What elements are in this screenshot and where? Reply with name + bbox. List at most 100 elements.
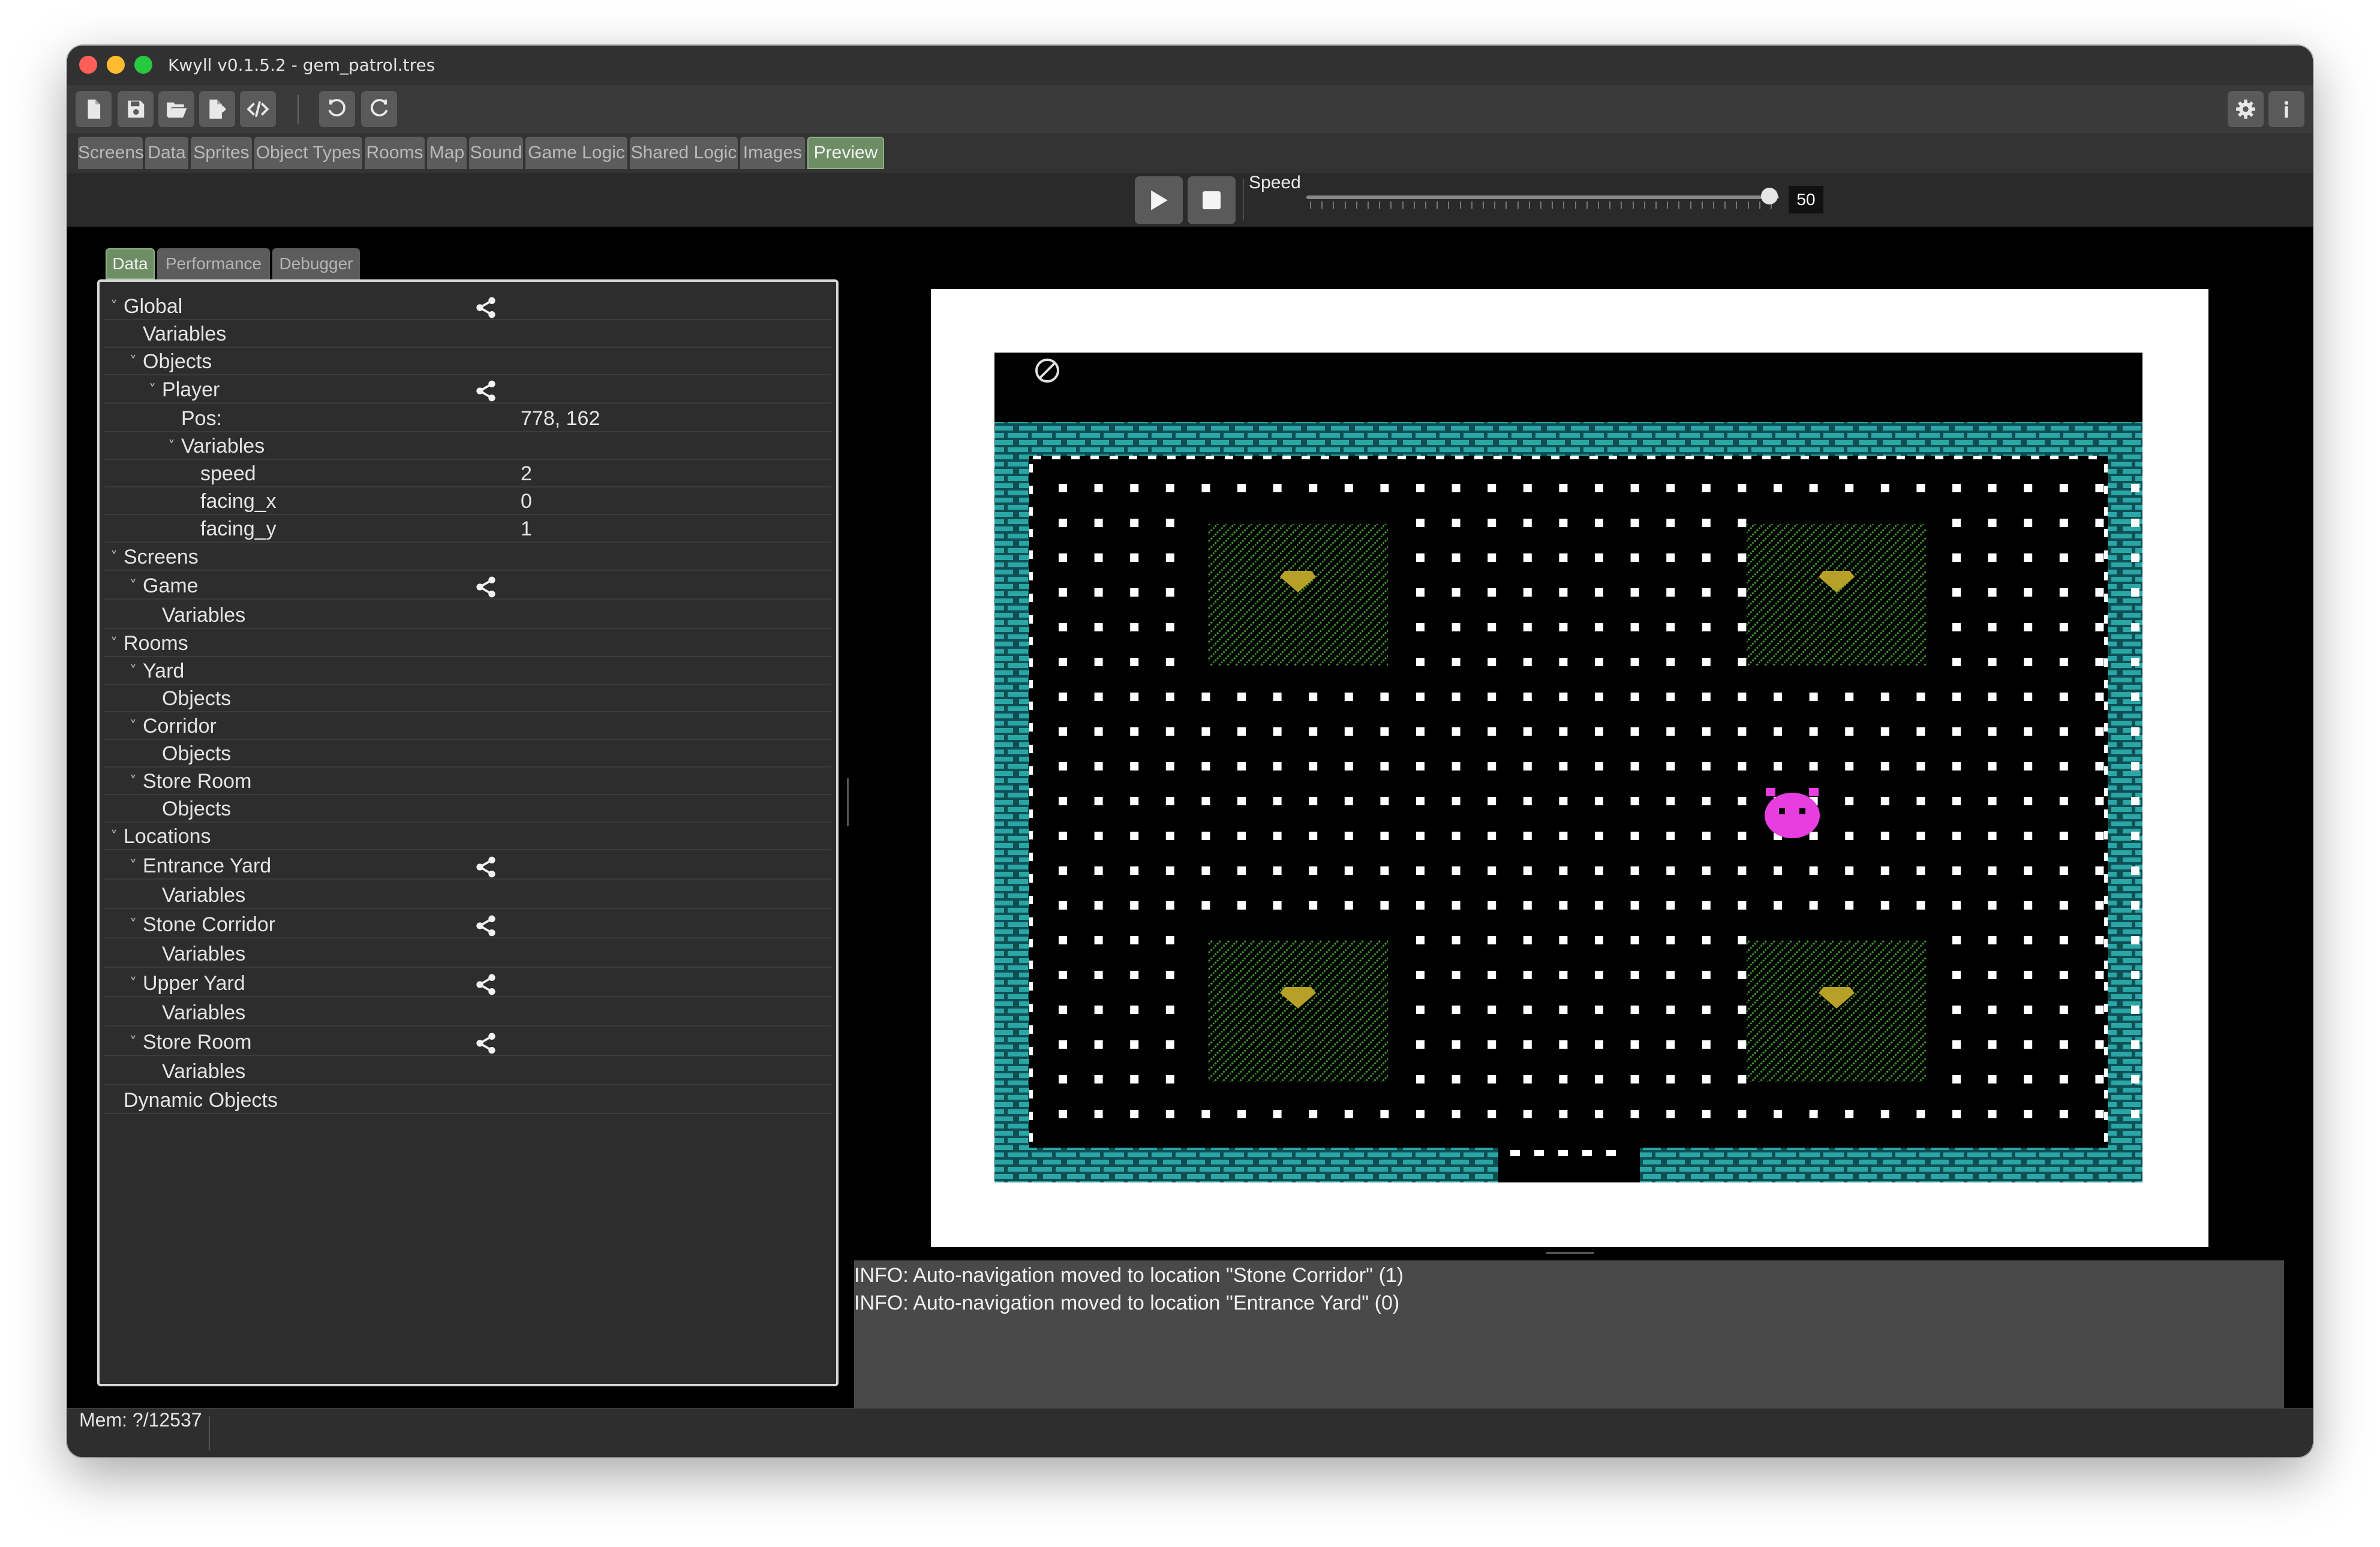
tree-row[interactable]: ˅ Variables <box>100 432 836 460</box>
pellet <box>2131 658 2139 666</box>
info-button[interactable] <box>2268 91 2304 127</box>
pellet <box>1916 797 1925 805</box>
tree-row[interactable]: Variables <box>100 1058 836 1085</box>
tree-row[interactable]: Objects <box>100 740 836 768</box>
tree-row[interactable]: ˅ Yard <box>100 657 836 685</box>
row-divider <box>104 1025 831 1027</box>
panel-splitter[interactable] <box>845 230 852 1399</box>
tree-row[interactable]: Variables <box>100 881 836 909</box>
code-button[interactable] <box>240 91 276 127</box>
tree-row[interactable]: facing_x 0 <box>100 487 836 515</box>
tab-map[interactable]: Map <box>427 137 467 169</box>
pellet <box>1309 832 1318 840</box>
tree-row[interactable]: ˅ Player <box>100 376 836 404</box>
tree-row[interactable]: ˅ Upper Yard <box>100 970 836 997</box>
tab-rooms[interactable]: Rooms <box>365 137 425 169</box>
tree-row[interactable]: Variables <box>100 999 836 1027</box>
pellet <box>1666 866 1675 875</box>
tree-row[interactable]: ˅ Store Room <box>100 768 836 795</box>
tab-images[interactable]: Images <box>740 137 805 169</box>
tab-debugger[interactable]: Debugger <box>272 248 360 279</box>
pellet <box>1452 658 1461 666</box>
tree-row[interactable]: Variables <box>100 320 836 348</box>
pellet <box>1416 484 1425 492</box>
tree-row[interactable]: Variables <box>100 940 836 968</box>
chevron-down-icon[interactable]: ˅ <box>110 543 124 571</box>
share-icon[interactable] <box>474 855 498 879</box>
chevron-down-icon[interactable]: ˅ <box>130 712 143 740</box>
tree-row[interactable]: ˅ Entrance Yard <box>100 852 836 880</box>
tree-row[interactable]: Dynamic Objects <box>100 1086 836 1114</box>
toolbar-divider <box>298 95 299 124</box>
tab-shared-logic[interactable]: Shared Logic <box>630 137 738 169</box>
data-tree-panel: ˅ Global Variables ˅ Objects ˅ Player Pos: 778, … <box>97 279 839 1386</box>
open-folder-button[interactable] <box>158 91 194 127</box>
chevron-down-icon[interactable]: ˅ <box>130 768 143 795</box>
share-icon[interactable] <box>474 1031 498 1055</box>
pellet <box>1880 901 1889 910</box>
tab-game-logic[interactable]: Game Logic <box>525 137 627 169</box>
tab-sprites[interactable]: Sprites <box>191 137 252 169</box>
tab-data[interactable]: Data <box>145 137 188 169</box>
speed-slider[interactable] <box>1306 188 1779 213</box>
share-icon[interactable] <box>474 296 498 320</box>
tree-row[interactable]: ˅ Stone Corridor <box>100 911 836 938</box>
game-screen[interactable] <box>994 353 2142 1182</box>
chevron-down-icon[interactable]: ˅ <box>130 572 143 600</box>
chevron-down-icon[interactable]: ˅ <box>130 348 143 375</box>
tree-row[interactable]: ˅ Screens <box>100 543 836 571</box>
border-dash <box>1033 456 1041 459</box>
new-file-button[interactable] <box>76 91 112 127</box>
tab-data-panel[interactable]: Data <box>106 248 155 279</box>
grass-patch <box>1747 524 1927 666</box>
tab-sound[interactable]: Sound <box>469 137 523 169</box>
redo-button[interactable] <box>361 91 397 127</box>
chevron-down-icon[interactable]: ˅ <box>168 432 181 460</box>
console-splitter[interactable] <box>1546 1252 1594 1254</box>
tree-row[interactable]: ˅ Objects <box>100 348 836 375</box>
save-button[interactable] <box>118 91 154 127</box>
chevron-down-icon[interactable]: ˅ <box>110 823 124 850</box>
chevron-down-icon[interactable]: ˅ <box>130 1028 143 1056</box>
stop-button[interactable] <box>1188 176 1236 224</box>
chevron-down-icon[interactable]: ˅ <box>110 293 124 320</box>
pellet <box>1952 519 1961 527</box>
tree-row[interactable]: ˅ Locations <box>100 823 836 850</box>
chevron-down-icon[interactable]: ˅ <box>130 970 143 997</box>
tab-object-types[interactable]: Object Types <box>254 137 362 169</box>
chevron-down-icon[interactable]: ˅ <box>130 657 143 685</box>
tab-screens[interactable]: Screens <box>78 137 144 169</box>
pellet <box>1059 866 1067 875</box>
tree-row[interactable]: facing_y 1 <box>100 515 836 543</box>
tab-performance[interactable]: Performance <box>157 248 270 279</box>
share-icon[interactable] <box>474 914 498 938</box>
tab-preview[interactable]: Preview <box>807 137 884 169</box>
tree-row[interactable]: speed 2 <box>100 460 836 487</box>
play-button[interactable] <box>1135 176 1183 224</box>
share-icon[interactable] <box>474 379 498 403</box>
undo-button[interactable] <box>319 91 355 127</box>
export-button[interactable] <box>199 91 235 127</box>
tree-row[interactable]: ˅ Rooms <box>100 630 836 657</box>
chevron-down-icon[interactable]: ˅ <box>149 376 162 404</box>
share-icon[interactable] <box>474 973 498 997</box>
tree-row[interactable]: ˅ Corridor <box>100 712 836 740</box>
share-icon[interactable] <box>474 575 498 599</box>
chevron-down-icon[interactable]: ˅ <box>130 911 143 938</box>
pellet <box>1416 519 1425 527</box>
tree-row[interactable]: Variables <box>100 601 836 629</box>
chevron-down-icon[interactable]: ˅ <box>110 630 124 657</box>
pellet <box>1165 1075 1174 1083</box>
tree-row[interactable]: Pos: 778, 162 <box>100 405 836 432</box>
settings-button[interactable] <box>2228 91 2264 127</box>
tree-row[interactable]: Objects <box>100 795 836 823</box>
pellet <box>2059 901 2068 910</box>
tree-row[interactable]: ˅ Global <box>100 293 836 320</box>
pellet <box>1702 901 1711 910</box>
tree-row[interactable]: Objects <box>100 685 836 712</box>
tree-row[interactable]: ˅ Store Room <box>100 1028 836 1056</box>
chevron-down-icon[interactable]: ˅ <box>130 852 143 880</box>
speed-slider-handle[interactable] <box>1761 188 1778 204</box>
pellet <box>1380 484 1389 492</box>
tree-row[interactable]: ˅ Game <box>100 572 836 600</box>
